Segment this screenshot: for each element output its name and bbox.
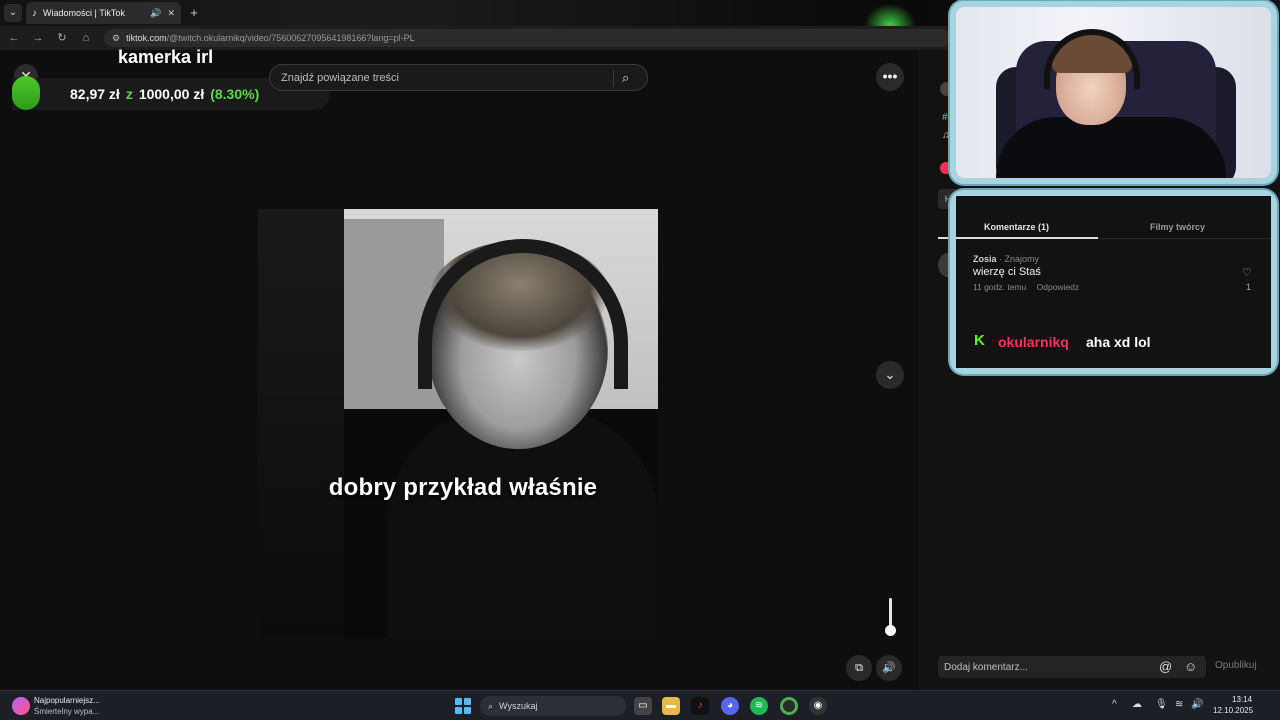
new-tab-button[interactable]: + xyxy=(186,5,202,21)
tab-title: Wiadomości | TikTok xyxy=(43,8,125,18)
video-caption: dobry przykład właśnie xyxy=(328,474,598,501)
kick-logo-icon: K xyxy=(974,332,985,349)
home-icon[interactable]: ⌂ xyxy=(78,30,94,46)
tab-audio-icon[interactable]: 🔊 xyxy=(150,8,161,19)
comment-input[interactable]: Dodaj komentarz... @ ☺ xyxy=(938,656,1206,678)
comment-author-relation: · Znajomy xyxy=(999,254,1040,264)
address-bar[interactable]: ⚙ tiktok.com/@twitch.okularnikq/video/75… xyxy=(104,29,950,47)
news-widget-icon[interactable] xyxy=(12,697,30,715)
url-path: /@twitch.okularnikq/video/75600627095641… xyxy=(166,33,415,43)
taskbar-time[interactable]: 13:14 xyxy=(1232,695,1252,704)
tray-chevron-up-icon[interactable]: ^ xyxy=(1112,699,1117,710)
goal-separator: z xyxy=(125,86,133,102)
tab-close-icon[interactable]: ✕ xyxy=(167,8,175,19)
taskbar-date[interactable]: 12.10.2025 xyxy=(1213,706,1253,715)
emoji-icon[interactable]: ☺ xyxy=(1184,659,1197,674)
comment-like-heart-icon[interactable]: ♡ xyxy=(1242,266,1252,279)
browser-tab-tiktok[interactable]: ♪ Wiadomości | TikTok 🔊 ✕ xyxy=(26,2,181,24)
site-info-icon[interactable]: ⚙ xyxy=(112,33,120,44)
chrome-icon[interactable] xyxy=(780,697,798,715)
tiktok-favicon-icon: ♪ xyxy=(32,7,37,19)
microphone-icon[interactable]: 🎙 xyxy=(1155,699,1168,710)
picture-in-picture-icon[interactable]: ⧉ xyxy=(846,655,872,681)
volume-icon[interactable]: 🔊 xyxy=(876,655,902,681)
chat-overlay: Komentarze (1) Filmy twórcy Zosia · Znaj… xyxy=(950,190,1277,374)
reload-icon[interactable]: ↻ xyxy=(54,30,70,46)
search-icon[interactable]: ⌕ xyxy=(622,70,629,86)
tab-list-chevron-icon[interactable]: ⌄ xyxy=(4,4,22,22)
tiktok-app-icon[interactable]: ♪ xyxy=(691,697,709,715)
goal-percent: (8.30%) xyxy=(210,86,260,102)
back-arrow-icon[interactable]: ← xyxy=(6,30,22,46)
comment-author-name[interactable]: Zosia xyxy=(973,254,997,264)
forward-arrow-icon[interactable]: → xyxy=(30,30,46,46)
comment-like-count: 1 xyxy=(1246,282,1252,292)
hashtag-snippet[interactable]: # xyxy=(942,112,948,123)
windows-start-icon[interactable] xyxy=(455,698,471,714)
news-widget-subtitle[interactable]: Śmiertelny wypa... xyxy=(34,707,99,716)
tab-creator-videos[interactable]: Filmy twórcy xyxy=(1150,222,1205,232)
goal-current: 82,97 zł xyxy=(70,86,120,102)
taskbar-search[interactable]: ⌕ Wyszukaj xyxy=(480,696,626,716)
wifi-icon[interactable]: ≋ xyxy=(1175,699,1183,710)
kick-chat-username: okularnikq xyxy=(998,334,1069,350)
search-placeholder: Znajdź powiązane treści xyxy=(281,71,400,84)
search-divider xyxy=(613,70,614,87)
related-search-input[interactable]: Znajdź powiązane treści ⌕ xyxy=(269,64,648,91)
comment-meta: 11 godz. temu Odpowiedz xyxy=(973,282,1079,292)
mention-at-icon[interactable]: @ xyxy=(1159,659,1172,674)
taskbar-search-label: Wyszukaj xyxy=(499,701,538,711)
onedrive-cloud-icon[interactable]: ☁ xyxy=(1132,699,1142,710)
windows-taskbar: Najpopularniejsz... Śmiertelny wypa... ⌕… xyxy=(0,690,1280,720)
active-tab-underline xyxy=(956,237,1098,239)
comment-author[interactable]: Zosia · Znajomy xyxy=(973,254,1039,264)
next-video-chevron-down-icon[interactable]: ⌄ xyxy=(876,361,904,389)
spotify-icon[interactable]: ≋ xyxy=(750,697,768,715)
video-frame[interactable] xyxy=(258,209,658,639)
kick-chat-message: aha xd lol xyxy=(1086,334,1151,350)
comment-placeholder: Dodaj komentarz... xyxy=(944,661,1028,673)
stream-overlay-title: kamerka irl xyxy=(118,47,214,67)
music-note-icon[interactable]: ♫ xyxy=(942,130,950,141)
discord-icon[interactable]: ◕ xyxy=(721,697,739,715)
more-options-button[interactable]: ••• xyxy=(876,63,904,91)
comment-time: 11 godz. temu xyxy=(973,282,1027,292)
goal-progress-icon xyxy=(12,76,40,110)
taskbar-search-icon: ⌕ xyxy=(488,700,494,711)
comment-text: wierzę ci Staś xyxy=(973,266,1041,278)
webcam-person-body xyxy=(996,117,1226,178)
task-view-icon[interactable]: ▭ xyxy=(634,697,652,715)
webcam-overlay xyxy=(950,1,1277,184)
tab-comments[interactable]: Komentarze (1) xyxy=(984,222,1049,232)
reply-button[interactable]: Odpowiedz xyxy=(1037,282,1080,292)
file-explorer-icon[interactable]: ▬ xyxy=(662,697,680,715)
obs-icon[interactable]: ◉ xyxy=(809,697,827,715)
speaker-icon[interactable]: 🔊 xyxy=(1191,699,1203,710)
publish-button[interactable]: Opublikuj xyxy=(1215,660,1257,671)
news-widget-title[interactable]: Najpopularniejsz... xyxy=(34,696,100,705)
url-domain: tiktok.com xyxy=(126,33,167,43)
video-bg xyxy=(258,209,344,639)
goal-target: 1000,00 zł xyxy=(138,86,205,102)
